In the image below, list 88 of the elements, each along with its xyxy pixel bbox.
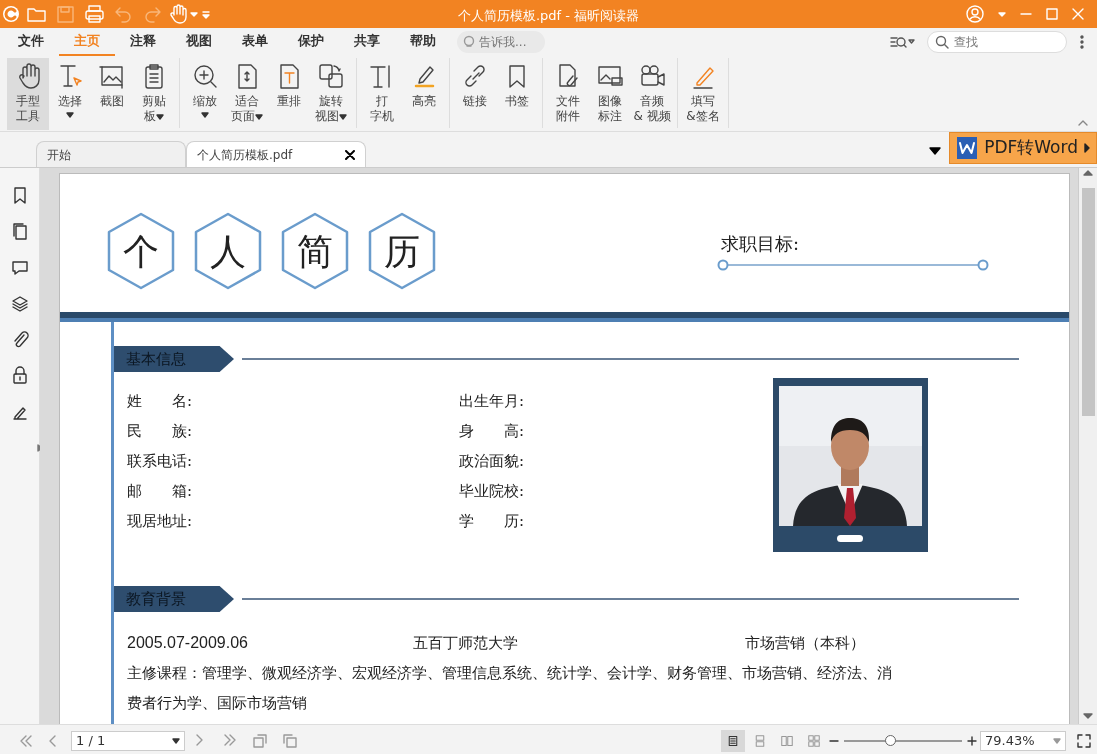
continuous-page-icon xyxy=(754,732,766,749)
slider-thumb[interactable] xyxy=(885,734,896,746)
caret-icon xyxy=(172,737,180,744)
ribbon-tool-button[interactable]: 适合 页面 xyxy=(226,58,268,130)
field-label: 民 族: xyxy=(127,421,194,442)
collapse-ribbon-icon[interactable] xyxy=(1077,119,1089,127)
comment-icon[interactable] xyxy=(10,258,29,276)
title-character: 人 xyxy=(210,231,246,272)
menu-tab[interactable]: 共享 xyxy=(339,28,395,56)
close-icon[interactable] xyxy=(345,149,355,160)
title-character: 历 xyxy=(384,231,420,272)
search-icon xyxy=(935,35,949,49)
scroll-thumb[interactable] xyxy=(1081,188,1095,416)
ribbon-tool-button[interactable]: 高亮 xyxy=(403,58,445,130)
word-logo-icon xyxy=(956,136,979,160)
section-heading: 基本信息 xyxy=(114,346,234,372)
fullscreen-icon[interactable] xyxy=(1077,733,1091,748)
ribbon-tool-button[interactable]: 手型 工具 xyxy=(7,58,49,130)
scroll-up-icon[interactable] xyxy=(1083,168,1093,178)
education-period: 2005.07-2009.06 xyxy=(127,633,249,653)
field-label: 身 高: xyxy=(459,421,526,442)
menu-tab[interactable]: 注释 xyxy=(115,28,171,56)
user-icon[interactable] xyxy=(965,4,985,24)
field-label: 现居地址: xyxy=(127,511,194,532)
field-label: 姓 名: xyxy=(127,391,194,412)
search-options-icon[interactable] xyxy=(889,34,915,50)
zoom-in-icon xyxy=(191,62,219,90)
caret-icon xyxy=(1053,737,1061,744)
menu-tab[interactable]: 保护 xyxy=(283,28,339,56)
lock-icon[interactable] xyxy=(10,366,29,384)
zoom-field[interactable]: 79.43% xyxy=(980,730,1066,751)
pdf-to-word-button[interactable]: PDF转Word xyxy=(949,132,1097,164)
ribbon-tool-button[interactable]: 音频 & 视频 xyxy=(631,58,673,130)
ribbon-tool-button[interactable]: 缩放 xyxy=(184,58,226,130)
major-text: 市场营销（本科） xyxy=(745,633,865,654)
pages-icon[interactable] xyxy=(10,222,29,240)
menu-tab[interactable]: 文件 xyxy=(3,28,59,56)
tab-list-caret-icon[interactable] xyxy=(929,147,942,155)
print-icon[interactable] xyxy=(83,2,106,26)
more-icon[interactable] xyxy=(1079,34,1085,50)
grid-view-icon xyxy=(808,732,820,749)
ribbon-tool-button[interactable]: 截图 xyxy=(91,58,133,130)
field-label: 联系电话: xyxy=(127,451,194,472)
title-character: 个 xyxy=(123,231,159,272)
caret-icon[interactable] xyxy=(189,9,199,19)
menu-tab[interactable]: 帮助 xyxy=(395,28,451,56)
menu-tab[interactable]: 视图 xyxy=(171,28,227,56)
view-mode-button[interactable] xyxy=(721,729,745,752)
scroll-down-icon[interactable] xyxy=(1083,711,1093,721)
rotate-view-icon xyxy=(317,62,345,90)
first-page-icon[interactable] xyxy=(18,733,34,748)
school-name: 五百丁师范大学 xyxy=(413,633,519,654)
courses-text: 主修课程：管理学、微观经济学、宏观经济学、管理信息系统、统计学、会计学、财务管理、市场营销、经济法、消费者行为学、国际市场营销 xyxy=(126,663,893,714)
document-tab[interactable]: 个人简历模板.pdf xyxy=(186,141,366,167)
ribbon-tool-button[interactable]: 剪贴 板 xyxy=(133,58,175,130)
field-label: 政治面貌: xyxy=(459,451,526,472)
field-label: 学 历: xyxy=(459,511,526,532)
ribbon-tool-button[interactable]: 重排 xyxy=(268,58,310,130)
maximize-icon[interactable] xyxy=(1045,7,1059,21)
next-view-icon[interactable] xyxy=(282,732,298,749)
tell-me-field[interactable]: 告诉我... xyxy=(457,31,545,53)
previous-view-icon[interactable] xyxy=(252,732,268,749)
caret-right-icon xyxy=(1084,143,1090,153)
search-field[interactable]: 查找 xyxy=(927,31,1067,53)
ribbon-tool-button[interactable]: 选择 xyxy=(49,58,91,130)
ribbon-tool-button[interactable]: 打 字机 xyxy=(361,58,403,130)
ribbon-tool-button[interactable]: 书签 xyxy=(496,58,538,130)
scrollbar[interactable] xyxy=(1078,168,1097,724)
zoom-in-icon[interactable] xyxy=(967,735,977,746)
ribbon-tool-button[interactable]: 图像 标注 xyxy=(589,58,631,130)
lightbulb-icon xyxy=(462,35,476,49)
ribbon-tool-button[interactable]: 填写 &签名 xyxy=(682,58,724,130)
hand-icon[interactable] xyxy=(167,3,189,25)
field-label: 出生年月: xyxy=(459,391,526,412)
menu-tab[interactable]: 表单 xyxy=(227,28,283,56)
caret-icon[interactable] xyxy=(997,9,1007,19)
field-label: 邮 箱: xyxy=(127,481,194,502)
field-label: 毕业院校: xyxy=(459,481,526,502)
ribbon-tool-button[interactable]: 文件 附件 xyxy=(547,58,589,130)
window-title: 个人简历模板.pdf - 福昕阅读器 xyxy=(456,7,641,25)
ribbon-tool-button[interactable]: 旋转 视图 xyxy=(310,58,352,130)
page-number-field[interactable]: 1 / 1 xyxy=(71,730,185,751)
document-tab[interactable]: 开始 xyxy=(36,141,186,167)
section-heading: 教育背景 xyxy=(114,586,234,612)
ribbon-tool-button[interactable]: 链接 xyxy=(454,58,496,130)
objective-label: 求职目标: xyxy=(721,232,801,256)
layers-icon[interactable] xyxy=(10,294,29,312)
title-character: 简 xyxy=(297,231,333,272)
